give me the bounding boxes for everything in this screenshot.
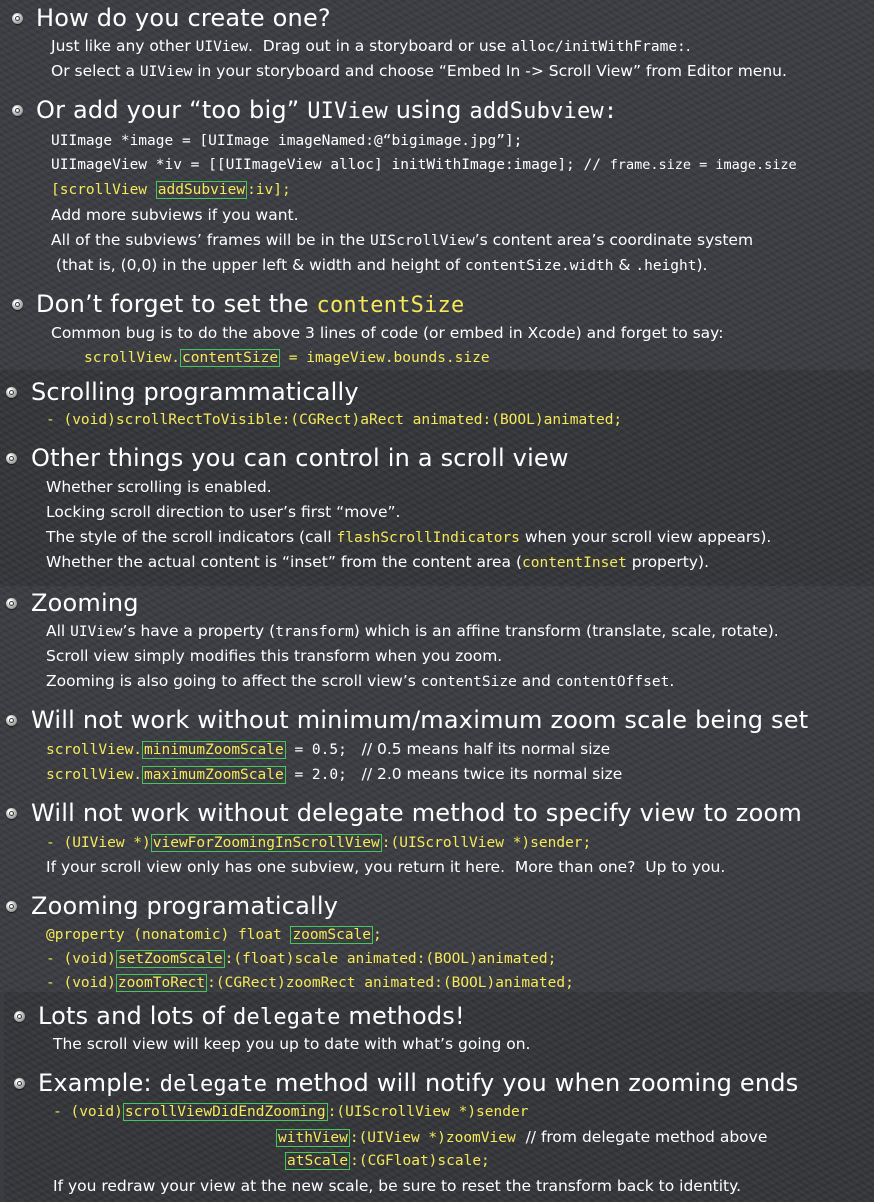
code-highlight-box: setZoomScale	[115, 950, 225, 968]
bullet-icon	[6, 808, 17, 819]
code-line-highlight: scrollView. minimumZoomScale = 0.5; // 0.…	[46, 740, 611, 759]
bullet-icon	[6, 901, 17, 912]
code-highlight-box: contentSize	[180, 349, 281, 367]
code-highlight-box: atScale	[285, 1152, 351, 1170]
text-line: If your scroll view only has one subview…	[46, 858, 726, 876]
section-delegate-methods: Lots and lots of delegate methods! The s…	[4, 992, 874, 1202]
heading-example-delegate: Example: delegate method will notify you…	[38, 1069, 799, 1097]
text-line: Common bug is to do the above 3 lines of…	[51, 324, 724, 342]
text-line: Just like any other UIView. Drag out in …	[51, 37, 691, 55]
code-line-highlight: - (UIView *) viewForZoomingInScrollView:(…	[46, 834, 592, 852]
code-line-highlight: atScale:(CGFloat)scale;	[285, 1152, 490, 1170]
code-highlight-box: minimumZoomScale	[142, 741, 286, 759]
code-line: UIImageView *iv = [[UIImageView alloc] i…	[51, 157, 797, 173]
code-highlight-box: addSubview	[155, 181, 248, 199]
code-line: - (void)scrollRectToVisible:(CGRect)aRec…	[46, 412, 623, 428]
bullet-icon	[6, 598, 17, 609]
text-line: Scroll view simply modifies this transfo…	[46, 647, 503, 665]
text-line: Locking scroll direction to user’s first…	[46, 503, 401, 521]
code-line-highlight: - (void) scrollViewDidEndZooming:(UIScrol…	[53, 1103, 529, 1121]
section-scrolling: Scrolling programmatically - (void)scrol…	[0, 370, 874, 586]
bullet-icon	[12, 13, 23, 24]
bullet-icon	[12, 299, 23, 310]
text-line: Or select a UIView in your storyboard an…	[51, 62, 787, 80]
code-highlight-box: withView	[276, 1129, 350, 1147]
bullet-icon	[12, 105, 23, 116]
bullet-icon	[6, 715, 17, 726]
section-zooming: Zooming All UIView’s have a property (tr…	[0, 586, 874, 992]
bullet-icon	[14, 1011, 25, 1022]
heading-content-size: Don’t forget to set the contentSize	[36, 290, 465, 318]
code-line-highlight: @property (nonatomic) float zoomScale;	[46, 926, 382, 944]
heading-add-subview: Or add your “too big” UIView using addSu…	[36, 96, 618, 124]
text-line: Whether the actual content is “inset” fr…	[46, 553, 710, 571]
code-line-highlight: - (void) setZoomScale:(float)scale animat…	[46, 950, 557, 968]
heading-min-max-zoom: Will not work without minimum/maximum zo…	[31, 706, 809, 734]
text-line: Zooming is also going to affect the scro…	[46, 672, 675, 690]
text-line: All of the subviews’ frames will be in t…	[51, 231, 754, 249]
code-highlight-box: zoomScale	[290, 926, 374, 944]
code-line-highlight: - (void) zoomToRect:(CGRect)zoomRect anim…	[46, 974, 574, 992]
code-line-highlight: withView:(UIView *)zoomView // from dele…	[276, 1128, 768, 1147]
text-line: Add more subviews if you want.	[51, 206, 299, 224]
bullet-icon	[14, 1078, 25, 1089]
code-highlight-box: maximumZoomScale	[142, 766, 286, 784]
text-line: The style of the scroll indicators (call…	[46, 528, 772, 546]
text-line: The scroll view will keep you up to date…	[53, 1035, 531, 1053]
heading-delegate-methods: Lots and lots of delegate methods!	[38, 1002, 465, 1030]
code-line-highlight: scrollView. contentSize = imageView.bound…	[84, 349, 490, 367]
code-line-highlight: [scrollView addSubview:iv];	[51, 181, 291, 199]
code-line-highlight: scrollView. maximumZoomScale = 2.0; // 2.…	[46, 765, 623, 784]
bullet-icon	[6, 387, 17, 398]
heading-zooming-programatically: Zooming programatically	[31, 892, 339, 920]
heading-scrolling-programmatically: Scrolling programmatically	[31, 378, 359, 406]
heading-delegate-zoom: Will not work without delegate method to…	[31, 799, 802, 827]
code-line: UIImage *image = [UIImage imageNamed:@“b…	[51, 133, 523, 149]
code-highlight-box: zoomToRect	[115, 974, 208, 992]
code-highlight-box: viewForZoomingInScrollView	[150, 834, 382, 852]
heading-other-things: Other things you can control in a scroll…	[31, 444, 569, 472]
text-line: Whether scrolling is enabled.	[46, 478, 272, 496]
text-line: All UIView’s have a property (transform)…	[46, 622, 779, 640]
code-highlight-box: scrollViewDidEndZooming	[122, 1103, 328, 1121]
section-create-scroll-view: How do you create one? Just like any oth…	[0, 0, 874, 370]
heading-zooming: Zooming	[31, 589, 139, 617]
text-line: If you redraw your view at the new scale…	[53, 1177, 742, 1195]
text-line: (that is, (0,0) in the upper left & widt…	[51, 256, 708, 274]
bullet-icon	[6, 453, 17, 464]
heading-create: How do you create one?	[36, 4, 331, 32]
